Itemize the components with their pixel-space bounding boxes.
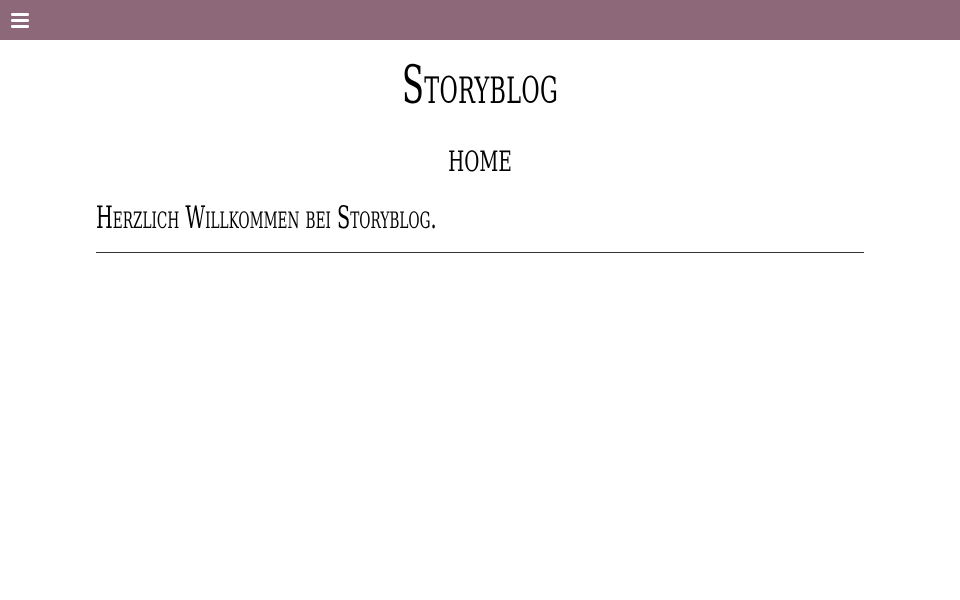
page-heading: home <box>448 135 512 181</box>
menu-toggle-button[interactable] <box>10 10 30 30</box>
content-divider <box>96 252 864 253</box>
site-title: Storyblog <box>401 56 559 116</box>
top-navigation-bar <box>0 0 960 40</box>
welcome-text: Herzlich Willkommen bei Storyblog. <box>96 200 437 236</box>
